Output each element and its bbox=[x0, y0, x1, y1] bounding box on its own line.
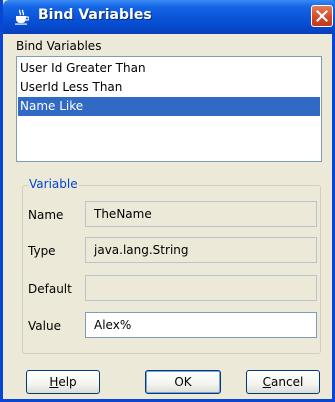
coffee-cup-icon bbox=[15, 9, 29, 25]
default-field bbox=[85, 275, 317, 301]
bind-variables-label: Bind Variables bbox=[16, 39, 102, 53]
title-bar[interactable]: Bind Variables bbox=[3, 0, 335, 34]
bind-variables-dialog: Bind Variables Bind Variables User Id Gr… bbox=[0, 0, 335, 402]
close-icon bbox=[316, 10, 328, 22]
bind-variables-list[interactable]: User Id Greater Than UserId Less Than Na… bbox=[16, 56, 322, 162]
help-button[interactable]: Help bbox=[26, 370, 100, 394]
variable-group-label: Variable bbox=[28, 177, 79, 191]
default-label: Default bbox=[28, 282, 72, 296]
list-item-user-id-greater-than[interactable]: User Id Greater Than bbox=[18, 59, 320, 78]
window-title: Bind Variables bbox=[38, 7, 152, 23]
name-label: Name bbox=[28, 208, 64, 222]
close-button[interactable] bbox=[311, 5, 333, 27]
value-input[interactable]: Alex% bbox=[85, 312, 317, 338]
list-item-name-like[interactable]: Name Like bbox=[18, 97, 320, 116]
ok-button[interactable]: OK bbox=[145, 370, 221, 394]
type-label: Type bbox=[28, 244, 56, 258]
type-field: java.lang.String bbox=[85, 237, 317, 263]
list-item-userid-less-than[interactable]: UserId Less Than bbox=[18, 78, 320, 97]
cancel-button[interactable]: Cancel bbox=[246, 370, 320, 394]
name-field: TheName bbox=[85, 201, 317, 227]
value-label: Value bbox=[28, 319, 61, 333]
